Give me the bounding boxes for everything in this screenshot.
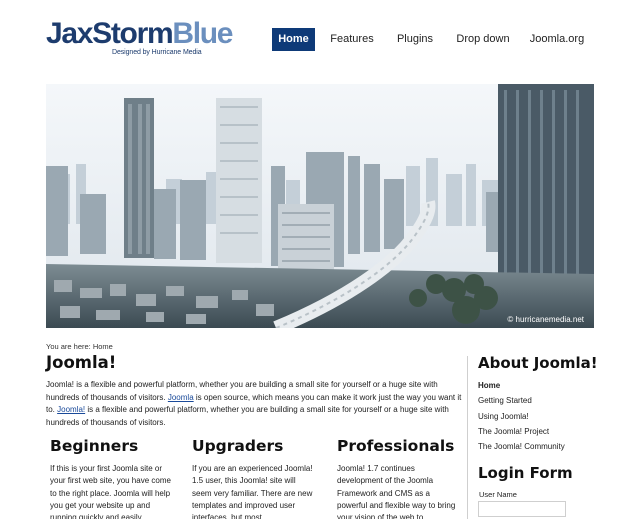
page-title: Joomla! (46, 353, 117, 372)
logo-tagline: Designed by Hurricane Media (112, 49, 202, 56)
username-input[interactable] (478, 501, 566, 517)
professionals-title: Professionals (337, 437, 455, 455)
upgraders-text: If you are an experienced Joomla! 1.5 us… (192, 464, 313, 519)
joomla-link-1[interactable]: Joomla (168, 393, 194, 402)
beginners-title: Beginners (50, 437, 139, 455)
site-logo[interactable]: JaxStormBlue Designed by Hurricane Media (46, 17, 233, 57)
login-form-title: Login Form (478, 464, 573, 482)
about-joomla-menu: Home Getting Started Using Joomla! The J… (478, 381, 565, 457)
side-menu-joomla-community[interactable]: The Joomla! Community (478, 442, 565, 457)
logo-wordmark: JaxStormBlue (46, 17, 233, 50)
beginners-section: Beginners If this is your first Joomla s… (50, 437, 175, 519)
joomla-link-2[interactable]: Joomla! (57, 405, 85, 414)
nav-item-features[interactable]: Features (328, 28, 376, 51)
logo-part-1: JaxStorm (46, 17, 174, 50)
nav-item-drop-down[interactable]: Drop down (455, 28, 511, 51)
side-menu-using-joomla[interactable]: Using Joomla! (478, 412, 565, 427)
professionals-text: Joomla! 1.7 continues development of the… (337, 464, 456, 519)
sidebar-divider (467, 356, 468, 519)
intro-paragraph: Joomla! is a flexible and powerful platf… (46, 379, 466, 429)
side-menu-getting-started[interactable]: Getting Started (478, 396, 565, 411)
professionals-section: Professionals Joomla! 1.7 continues deve… (337, 437, 462, 519)
about-joomla-title: About Joomla! (478, 354, 598, 372)
nav-item-home[interactable]: Home (272, 28, 315, 51)
side-menu-home[interactable]: Home (478, 381, 565, 396)
breadcrumb: You are here: Home (46, 342, 113, 351)
photo-credit: © hurricanemedia.net (507, 315, 584, 324)
beginners-text: If this is your first Joomla site or you… (50, 464, 171, 519)
nav-item-plugins[interactable]: Plugins (393, 28, 437, 51)
nav-item-joomla-org[interactable]: Joomla.org (529, 28, 585, 51)
intro-text-3: is a flexible and powerful platform, whe… (46, 405, 449, 427)
username-label: User Name (479, 490, 517, 499)
header-banner-image: © hurricanemedia.net (46, 84, 594, 328)
logo-part-2: Blue (172, 17, 233, 50)
upgraders-section: Upgraders If you are an experienced Joom… (192, 437, 317, 519)
upgraders-title: Upgraders (192, 437, 284, 455)
side-menu-joomla-project[interactable]: The Joomla! Project (478, 427, 565, 442)
